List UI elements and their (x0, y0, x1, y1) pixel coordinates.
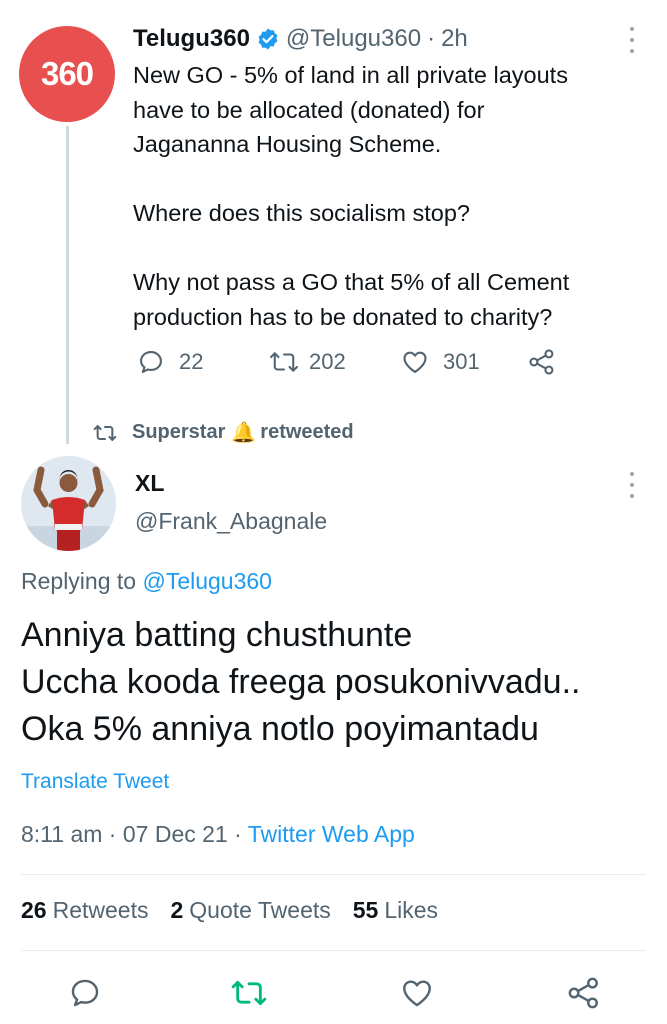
retweet-icon (93, 424, 117, 441)
retweets-stat[interactable]: 26 Retweets (21, 897, 148, 924)
reply-icon (71, 979, 99, 1007)
divider (21, 950, 646, 951)
xl-avatar[interactable] (21, 456, 116, 551)
retweet-count: 202 (309, 349, 346, 374)
tweet-source-app[interactable]: Twitter Web App (248, 821, 415, 847)
retweeter-name[interactable]: Superstar (132, 421, 225, 444)
replying-prefix: Replying to (21, 568, 137, 594)
parent-tweet-time[interactable]: 2h (441, 25, 468, 53)
retweets-stat-count: 26 (21, 897, 47, 923)
avatar-logo-text: 360 (40, 55, 94, 92)
tweet-author-handle[interactable]: @Frank_Abagnale (135, 508, 327, 535)
divider (21, 874, 646, 875)
tweet-time[interactable]: 8:11 am (21, 821, 102, 847)
likes-stat-label: Likes (384, 897, 439, 923)
meta-separator: · (108, 821, 117, 847)
heart-icon (403, 351, 427, 373)
likes-stat-count: 55 (352, 897, 379, 923)
retweet-icon (231, 980, 267, 1006)
tweet-action-bar (0, 970, 667, 1024)
parent-tweet-actions: 22 202 301 (137, 348, 557, 376)
more-options-icon[interactable] (627, 472, 637, 498)
parent-tweet-text: New GO - 5% of land in all private layou… (133, 62, 570, 330)
share-icon (529, 349, 554, 375)
telugu360-avatar[interactable]: 360 (19, 26, 115, 122)
replying-to-mention[interactable]: @Telugu360 (142, 568, 272, 594)
tweet-date[interactable]: 07 Dec 21 (123, 821, 228, 847)
tweet-text: Anniya batting chusthunte Uccha kooda fr… (21, 616, 581, 748)
retweet-button[interactable]: 202 (269, 348, 401, 376)
translate-tweet-link[interactable]: Translate Tweet (21, 770, 169, 794)
quote-tweets-stat-count: 2 (170, 897, 184, 923)
share-icon (568, 977, 598, 1009)
retweet-context: Superstar 🔔 retweeted (92, 420, 354, 445)
verified-badge-icon (256, 27, 280, 51)
tweet-metadata: 8:11 am · 07 Dec 21 · Twitter Web App (21, 821, 415, 848)
weightlifter-photo (21, 456, 116, 551)
header-separator: · (427, 25, 436, 52)
likes-stat[interactable]: 55 Likes (353, 897, 438, 924)
heart-icon (403, 980, 431, 1007)
bell-emoji: 🔔 (231, 422, 257, 444)
retweet-button[interactable] (230, 976, 268, 1015)
like-button[interactable] (400, 976, 434, 1015)
retweet-icon (270, 352, 298, 372)
engagement-stats: 26 Retweets 2 Quote Tweets 55 Likes (21, 897, 460, 924)
more-options-icon[interactable] (627, 27, 637, 53)
reply-button[interactable] (68, 976, 102, 1015)
quote-tweets-stat[interactable]: 2 Quote Tweets (170, 897, 330, 924)
meta-separator: · (234, 821, 242, 847)
like-count: 301 (443, 349, 480, 374)
like-button[interactable]: 301 (401, 348, 527, 376)
retweeted-label: retweeted (260, 421, 354, 443)
reply-icon (140, 351, 162, 373)
share-button[interactable] (527, 348, 557, 376)
thread-connector-line (66, 126, 69, 444)
retweets-stat-label: Retweets (52, 897, 149, 923)
replying-to-line: Replying to @Telugu360 (21, 568, 272, 595)
reply-button[interactable]: 22 (137, 348, 269, 376)
tweet-author-name[interactable]: XL (135, 470, 164, 497)
share-button[interactable] (565, 976, 603, 1015)
parent-author-handle[interactable]: @Telugu360 (286, 25, 421, 53)
quote-tweets-stat-label: Quote Tweets (189, 897, 331, 923)
reply-count: 22 (179, 349, 204, 374)
parent-author-name[interactable]: Telugu360 (133, 25, 250, 53)
parent-tweet-header: Telugu360 @Telugu360 · 2h (133, 22, 468, 56)
